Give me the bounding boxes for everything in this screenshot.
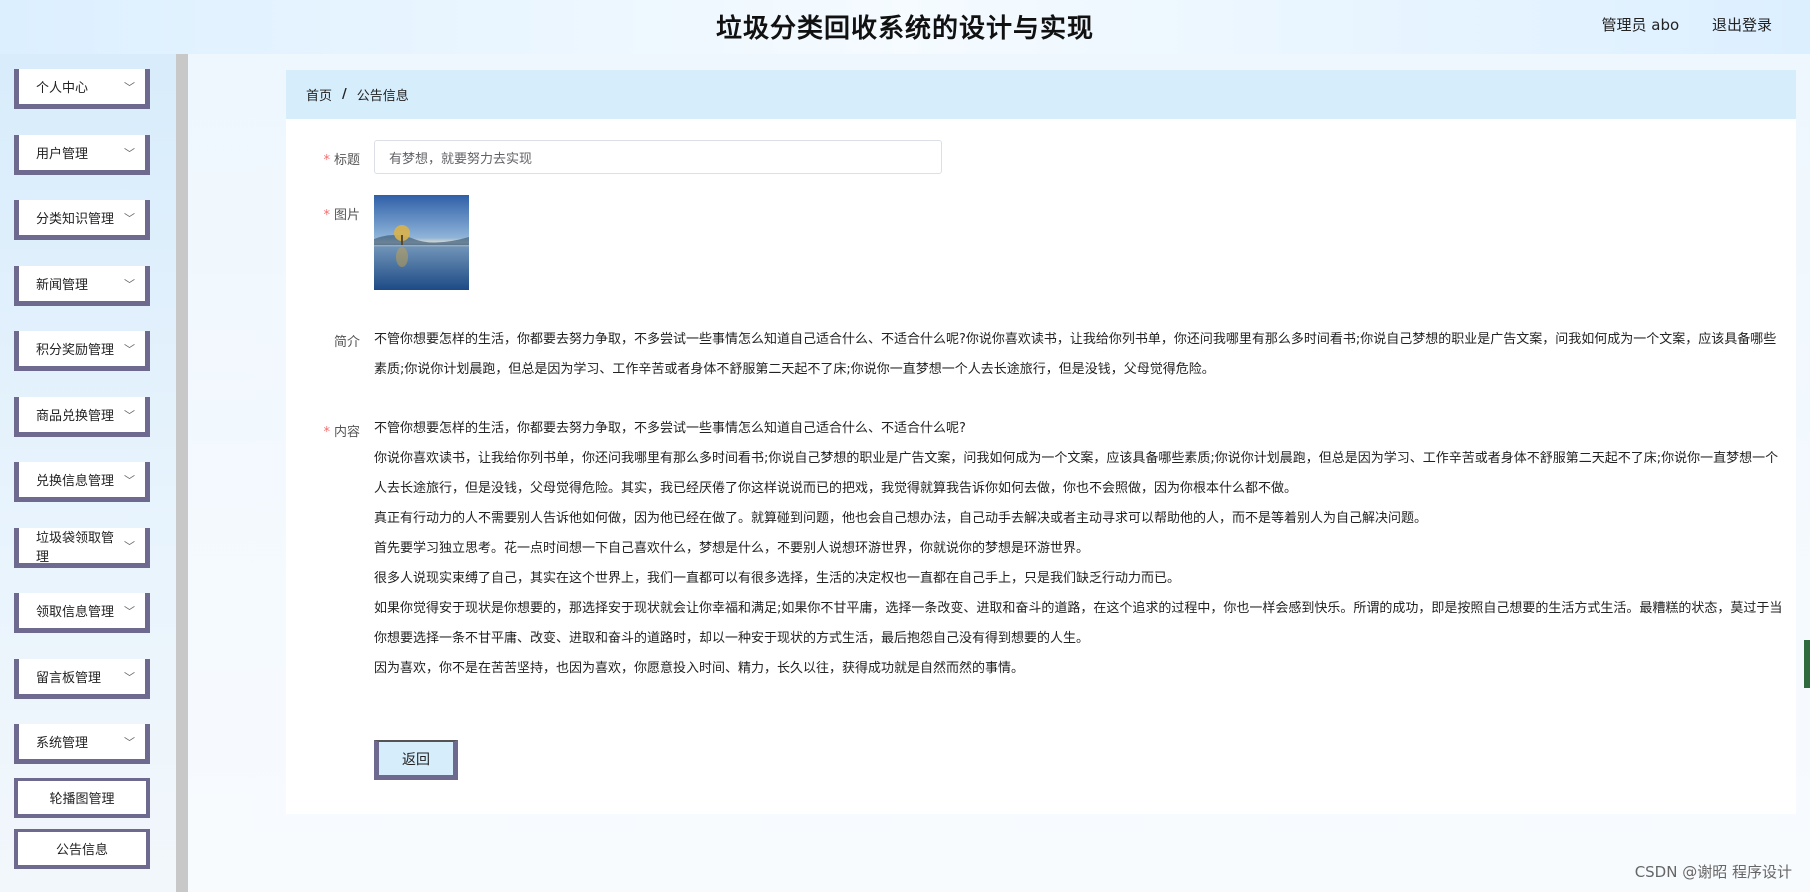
sidebar-item-label: 兑换信息管理 — [36, 474, 115, 489]
top-header: 垃圾分类回收系统的设计与实现 管理员 abo 退出登录 — [0, 0, 1810, 54]
breadcrumb-current: 公告信息 — [356, 89, 409, 104]
logout-button[interactable]: 退出登录 — [1712, 16, 1772, 34]
chevron-down-icon: ﹀ — [124, 670, 135, 684]
chevron-down-icon: ﹀ — [124, 735, 135, 749]
sidebar-item-label: 分类知识管理 — [36, 212, 115, 227]
sidebar-item-label: 商品兑换管理 — [36, 409, 115, 424]
content-paragraph: 首先要学习独立思考。花一点时间想一下自己喜欢什么，梦想是什么，不要别人说想环游世… — [374, 541, 1090, 556]
title-label: * 标题 — [323, 153, 360, 168]
user-label: 管理员 abo — [1601, 16, 1680, 34]
title-input[interactable] — [374, 140, 942, 174]
chevron-down-icon: ﹀ — [124, 604, 135, 618]
content-paragraph: 真正有行动力的人不需要别人告诉他如何做，因为他已经在做了。就算碰到问题，他也会自… — [374, 511, 1428, 526]
sidebar-subitem[interactable]: 轮播图管理 — [14, 778, 150, 818]
sidebar-item-label: 留言板管理 — [36, 671, 102, 686]
sidebar-item-label: 积分奖励管理 — [36, 343, 115, 358]
chevron-down-icon: ﹀ — [124, 539, 135, 553]
sidebar-item[interactable]: 用户管理 ﹀ — [14, 135, 150, 175]
content-paragraph: 很多人说现实束缚了自己，其实在这个世界上，我们一直都可以有很多选择，生活的决定权… — [374, 571, 1181, 586]
content-paragraph: 不管你想要怎样的生活，你都要去努力争取，不多尝试一些事情怎么知道自己适合什么、不… — [374, 421, 966, 436]
chevron-down-icon: ﹀ — [124, 277, 135, 291]
edge-indicator — [1804, 640, 1810, 688]
content-paragraph: 因为喜欢，你不是在苦苦坚持，也因为喜欢，你愿意投入时间、精力，长久以往，获得成功… — [374, 661, 1025, 676]
user-area: 管理员 abo 退出登录 — [1574, 14, 1772, 35]
content-paragraph: 如果你觉得安于现状是你想要的，那选择安于现状就会让你幸福和满足;如果你不甘平庸，… — [374, 601, 1783, 646]
intro-label: 简介 — [333, 335, 360, 350]
watermark: CSDN @谢昭 程序设计 — [1634, 863, 1792, 881]
chevron-down-icon: ﹀ — [124, 146, 135, 160]
sidebar-item-label: 系统管理 — [36, 736, 89, 751]
sidebar-item[interactable]: 兑换信息管理 ﹀ — [14, 462, 150, 502]
content-label: * 内容 — [323, 425, 360, 440]
sidebar-item[interactable]: 留言板管理 ﹀ — [14, 659, 150, 699]
required-mark: * — [323, 208, 330, 223]
sidebar-item[interactable]: 领取信息管理 ﹀ — [14, 593, 150, 633]
breadcrumb-separator: / — [342, 87, 347, 102]
content-text: 不管你想要怎样的生活，你都要去努力争取，不多尝试一些事情怎么知道自己适合什么、不… — [374, 414, 1784, 684]
chevron-down-icon: ﹀ — [124, 342, 135, 356]
sidebar-item-label: 垃圾袋领取管理 — [36, 530, 115, 565]
image-label: * 图片 — [323, 208, 360, 223]
chevron-down-icon: ﹀ — [124, 80, 135, 94]
sidebar-scrollbar[interactable] — [176, 54, 188, 892]
lake-photo — [374, 195, 469, 290]
sidebar-item[interactable]: 分类知识管理 ﹀ — [14, 200, 150, 240]
required-mark: * — [323, 425, 330, 440]
sidebar-item-label: 用户管理 — [36, 147, 89, 162]
sidebar-item-label: 新闻管理 — [36, 278, 89, 293]
required-mark: * — [323, 153, 330, 168]
back-button[interactable]: 返回 — [374, 740, 458, 780]
breadcrumb-home[interactable]: 首页 — [306, 85, 332, 104]
sidebar-item-label: 个人中心 — [36, 81, 89, 96]
sidebar-item[interactable]: 系统管理 ﹀ — [14, 724, 150, 764]
chevron-down-icon: ﹀ — [124, 211, 135, 225]
sidebar-item[interactable]: 垃圾袋领取管理 ﹀ — [14, 528, 150, 568]
content-paragraph: 你说你喜欢读书，让我给你列书单，你还问我哪里有那么多时间看书;你说自己梦想的职业… — [374, 451, 1779, 496]
sidebar-item[interactable]: 个人中心 ﹀ — [14, 69, 150, 109]
sidebar-item[interactable]: 新闻管理 ﹀ — [14, 266, 150, 306]
chevron-down-icon: ﹀ — [124, 408, 135, 422]
sidebar-item-label: 领取信息管理 — [36, 605, 115, 620]
sidebar-subitem[interactable]: 公告信息 — [14, 829, 150, 869]
breadcrumb: 首页 / 公告信息 — [286, 70, 1796, 119]
intro-text: 不管你想要怎样的生活，你都要去努力争取，不多尝试一些事情怎么知道自己适合什么、不… — [374, 332, 1777, 377]
sidebar-item[interactable]: 积分奖励管理 ﹀ — [14, 331, 150, 371]
app-title: 垃圾分类回收系统的设计与实现 — [715, 14, 1094, 44]
chevron-down-icon: ﹀ — [124, 473, 135, 487]
notice-image[interactable] — [374, 195, 469, 290]
sidebar-item[interactable]: 商品兑换管理 ﹀ — [14, 397, 150, 437]
